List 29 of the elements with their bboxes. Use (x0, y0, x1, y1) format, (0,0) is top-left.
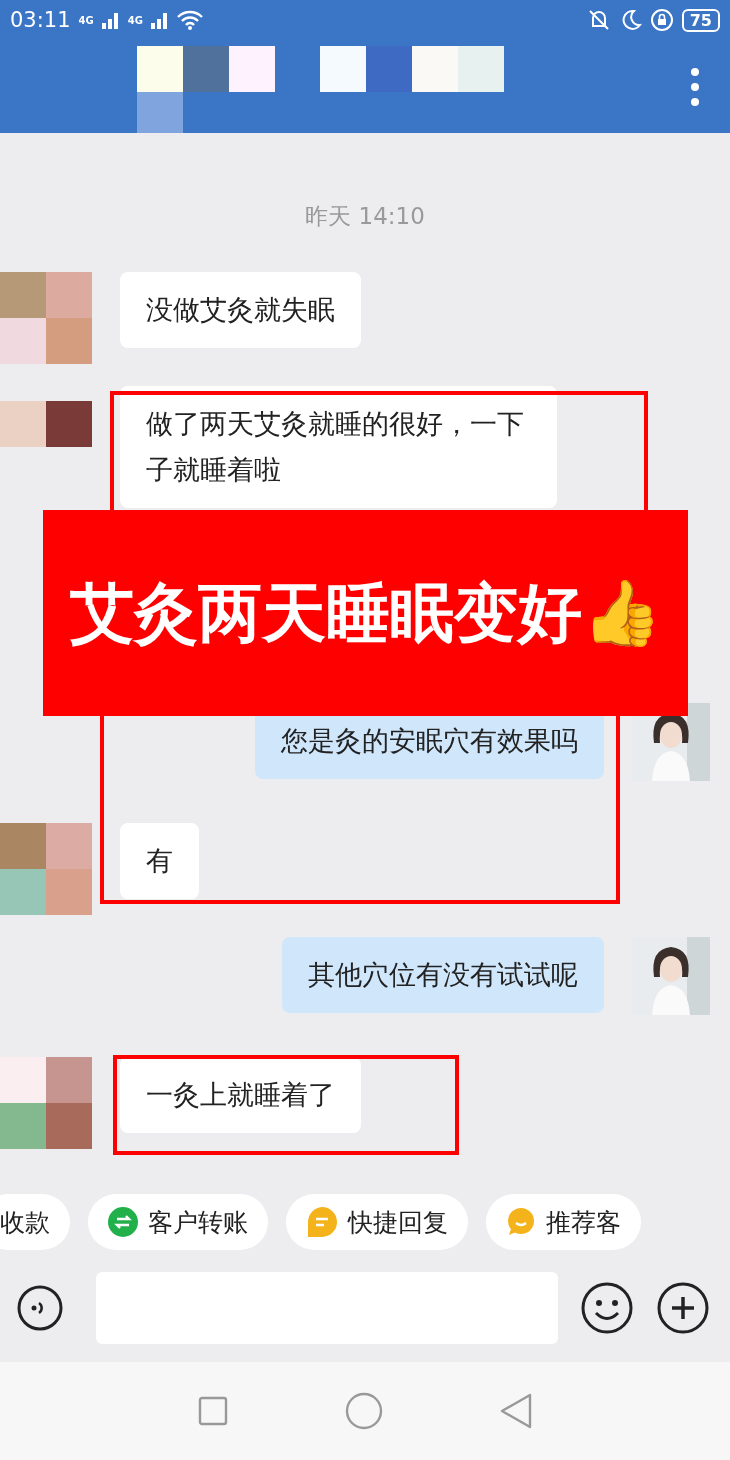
chat-bubble-icon (506, 1207, 536, 1237)
quick-action-chip[interactable]: 收款 (0, 1194, 70, 1250)
network-label: 4G (78, 14, 94, 26)
chat-bubble-icon (306, 1206, 338, 1238)
status-time: 03:11 (10, 8, 71, 32)
lock-icon (649, 8, 674, 32)
emoji-icon[interactable] (580, 1281, 634, 1335)
transfer-icon (108, 1207, 138, 1237)
message-bubble: 做了两天艾灸就睡的很好，一下子就睡着啦 (120, 386, 557, 508)
battery-level: 75 (681, 8, 720, 32)
message-bubble: 没做艾灸就失眠 (120, 272, 361, 348)
signal-icon (150, 11, 169, 29)
voice-icon[interactable] (16, 1284, 64, 1332)
message-bubble: 其他穴位有没有试试呢 (282, 937, 604, 1013)
signal-icon (101, 11, 120, 29)
back-icon[interactable] (499, 1393, 532, 1429)
quick-action-chip[interactable]: 客户转账 (88, 1194, 268, 1250)
message-bubble: 有 (120, 823, 199, 899)
timestamp: 昨天 14:10 (305, 202, 425, 231)
home-icon[interactable] (345, 1392, 383, 1430)
network-label: 4G (127, 14, 143, 26)
more-icon[interactable] (690, 66, 700, 107)
wifi-icon (176, 10, 203, 30)
message-bubble: 一灸上就睡着了 (120, 1057, 361, 1133)
quick-action-chip[interactable]: 快捷回复 (286, 1194, 468, 1250)
headline-banner: 艾灸两天睡眠变好👍 (43, 510, 688, 716)
quick-action-chip[interactable]: 推荐客 (486, 1194, 641, 1250)
plus-icon[interactable] (656, 1281, 710, 1335)
recents-icon[interactable] (198, 1396, 229, 1426)
